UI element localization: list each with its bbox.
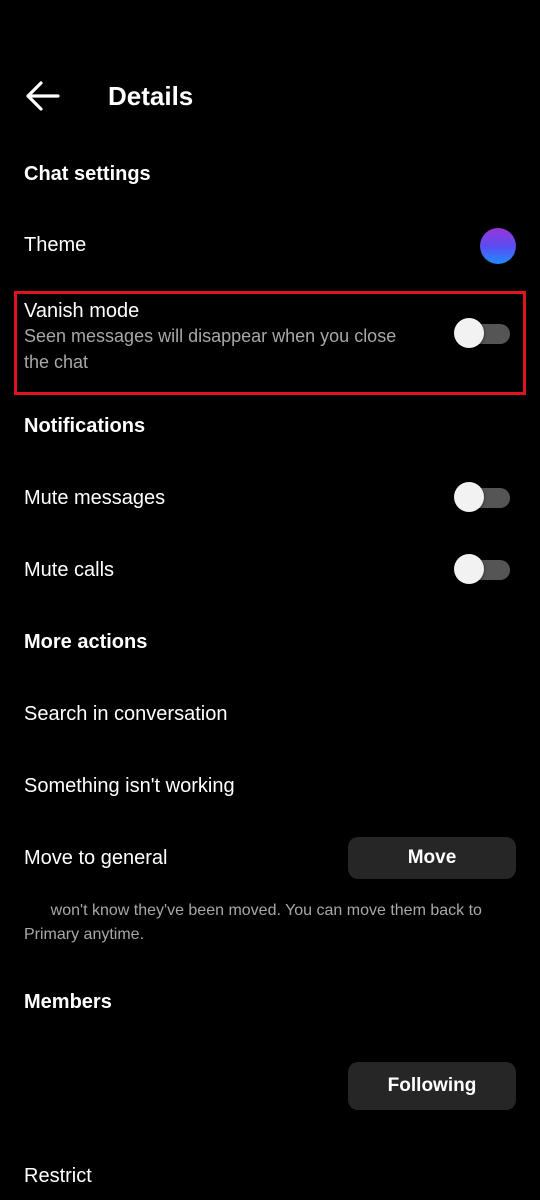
vanish-mode-description: Seen messages will disappear when you cl… bbox=[24, 326, 397, 372]
theme-color-swatch[interactable] bbox=[480, 228, 516, 264]
section-header-notifications: Notifications bbox=[24, 415, 146, 437]
move-info-text: won't know they've been moved. You can m… bbox=[24, 902, 482, 943]
page-title: Details bbox=[108, 81, 194, 111]
section-header-members: Members bbox=[24, 991, 112, 1013]
something-isnt-working[interactable]: Something isn't working bbox=[24, 773, 235, 799]
mute-messages-toggle[interactable] bbox=[454, 482, 510, 512]
arrow-left-icon[interactable] bbox=[22, 78, 62, 114]
theme-label[interactable]: Theme bbox=[24, 232, 86, 258]
toggle-knob bbox=[454, 318, 484, 348]
toggle-knob bbox=[454, 482, 484, 512]
move-button[interactable]: Move bbox=[348, 837, 516, 879]
vanish-mode-label[interactable]: Vanish mode bbox=[24, 298, 139, 324]
section-header-more-actions: More actions bbox=[24, 631, 148, 653]
vanish-mode-toggle[interactable] bbox=[454, 318, 510, 348]
mute-messages-label[interactable]: Mute messages bbox=[24, 485, 165, 511]
toggle-knob bbox=[454, 554, 484, 584]
following-button[interactable]: Following bbox=[348, 1062, 516, 1110]
section-header-chat-settings: Chat settings bbox=[24, 163, 151, 185]
restrict-option[interactable]: Restrict bbox=[24, 1163, 92, 1189]
mute-calls-toggle[interactable] bbox=[454, 554, 510, 584]
move-to-general-label: Move to general bbox=[24, 847, 168, 869]
search-in-conversation[interactable]: Search in conversation bbox=[24, 701, 227, 727]
mute-calls-label[interactable]: Mute calls bbox=[24, 557, 114, 583]
